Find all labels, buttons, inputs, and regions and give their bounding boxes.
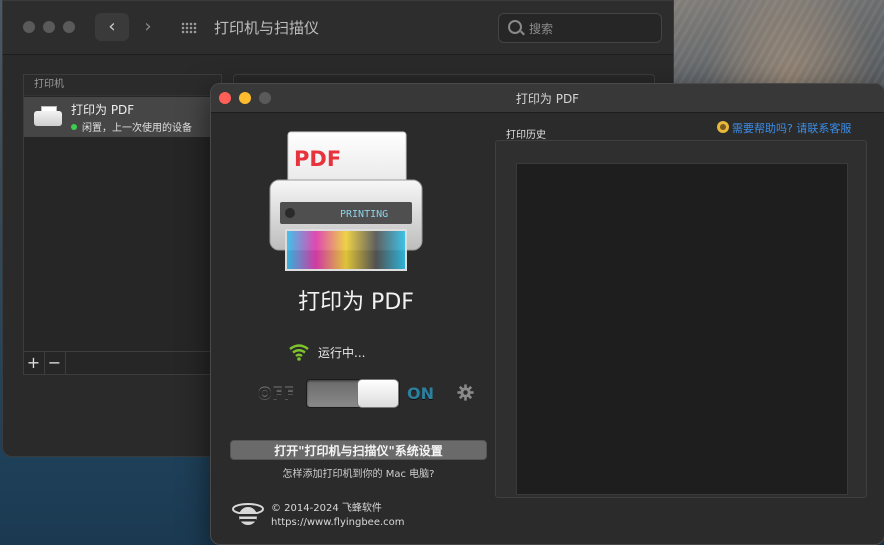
copyright-text: © 2014-2024 飞蜂软件 <box>271 503 382 514</box>
print-history-group <box>495 140 867 498</box>
printer-icon <box>34 106 62 128</box>
search-icon <box>508 20 522 34</box>
remove-printer-button[interactable]: − <box>44 352 66 374</box>
running-status: 运行中... <box>318 346 366 360</box>
wifi-icon <box>289 344 309 361</box>
printer-row[interactable]: 打印为 PDF 闲置，上一次使用的设备 <box>24 97 221 137</box>
search-input[interactable] <box>527 19 651 39</box>
help-link[interactable]: 需要帮助吗? 请联系客服 <box>717 120 851 136</box>
back-button[interactable]: ‹ <box>95 13 129 41</box>
bee-logo <box>232 503 264 525</box>
window-title: 打印机与扫描仪 <box>214 19 320 37</box>
toggle-on-label: ON <box>407 384 434 403</box>
printer-name: 打印为 PDF <box>71 103 135 117</box>
minimize-button-inactive[interactable] <box>43 21 55 33</box>
open-system-settings-button[interactable]: 打开"打印机与扫描仪"系统设置 <box>230 440 487 460</box>
search-field[interactable] <box>498 13 662 43</box>
printer-list-panel: 打印机 打印为 PDF 闲置，上一次使用的设备 <box>23 74 222 375</box>
printer-status: 闲置，上一次使用的设备 <box>71 119 192 134</box>
toggle-off-label: OFF <box>258 384 295 403</box>
forward-button[interactable]: › <box>131 13 165 41</box>
help-link-text[interactable]: 需要帮助吗? 请联系客服 <box>732 122 851 135</box>
app-name: 打印为 PDF <box>298 290 414 315</box>
window-title: 打印为 PDF <box>515 92 580 106</box>
add-remove-bar: + − <box>23 351 220 374</box>
pdf-text: PDF <box>294 147 341 171</box>
toggle-knob[interactable] <box>357 379 399 408</box>
print-history-list[interactable] <box>516 163 848 495</box>
window-toolbar: ‹ › 打印机与扫描仪 <box>3 1 673 55</box>
print-history-label: 打印历史 <box>506 130 546 141</box>
status-dot-icon <box>71 124 77 130</box>
print-to-pdf-window: 打印为 PDF PDF PRINTING 打印为 PDF 运行中... OFF … <box>210 83 884 545</box>
grid-icon[interactable] <box>181 22 197 34</box>
service-toggle[interactable] <box>306 379 400 408</box>
printer-status-text: 闲置，上一次使用的设备 <box>82 123 192 134</box>
help-icon <box>717 121 729 133</box>
zoom-button-inactive[interactable] <box>63 21 75 33</box>
printing-text: PRINTING <box>340 209 388 220</box>
printers-header: 打印机 <box>24 75 221 96</box>
website-link[interactable]: https://www.flyingbee.com <box>271 516 405 530</box>
window-titlebar: 打印为 PDF <box>211 84 884 113</box>
how-to-add-printer-link[interactable]: 怎样添加打印机到你的 Mac 电脑? <box>230 465 487 480</box>
close-button-inactive[interactable] <box>23 21 35 33</box>
add-printer-button[interactable]: + <box>23 352 45 374</box>
pdf-printer-icon: PDF PRINTING <box>269 131 423 271</box>
copyright-block: © 2014-2024 飞蜂软件 https://www.flyingbee.c… <box>271 502 405 530</box>
gear-icon[interactable] <box>457 384 474 401</box>
